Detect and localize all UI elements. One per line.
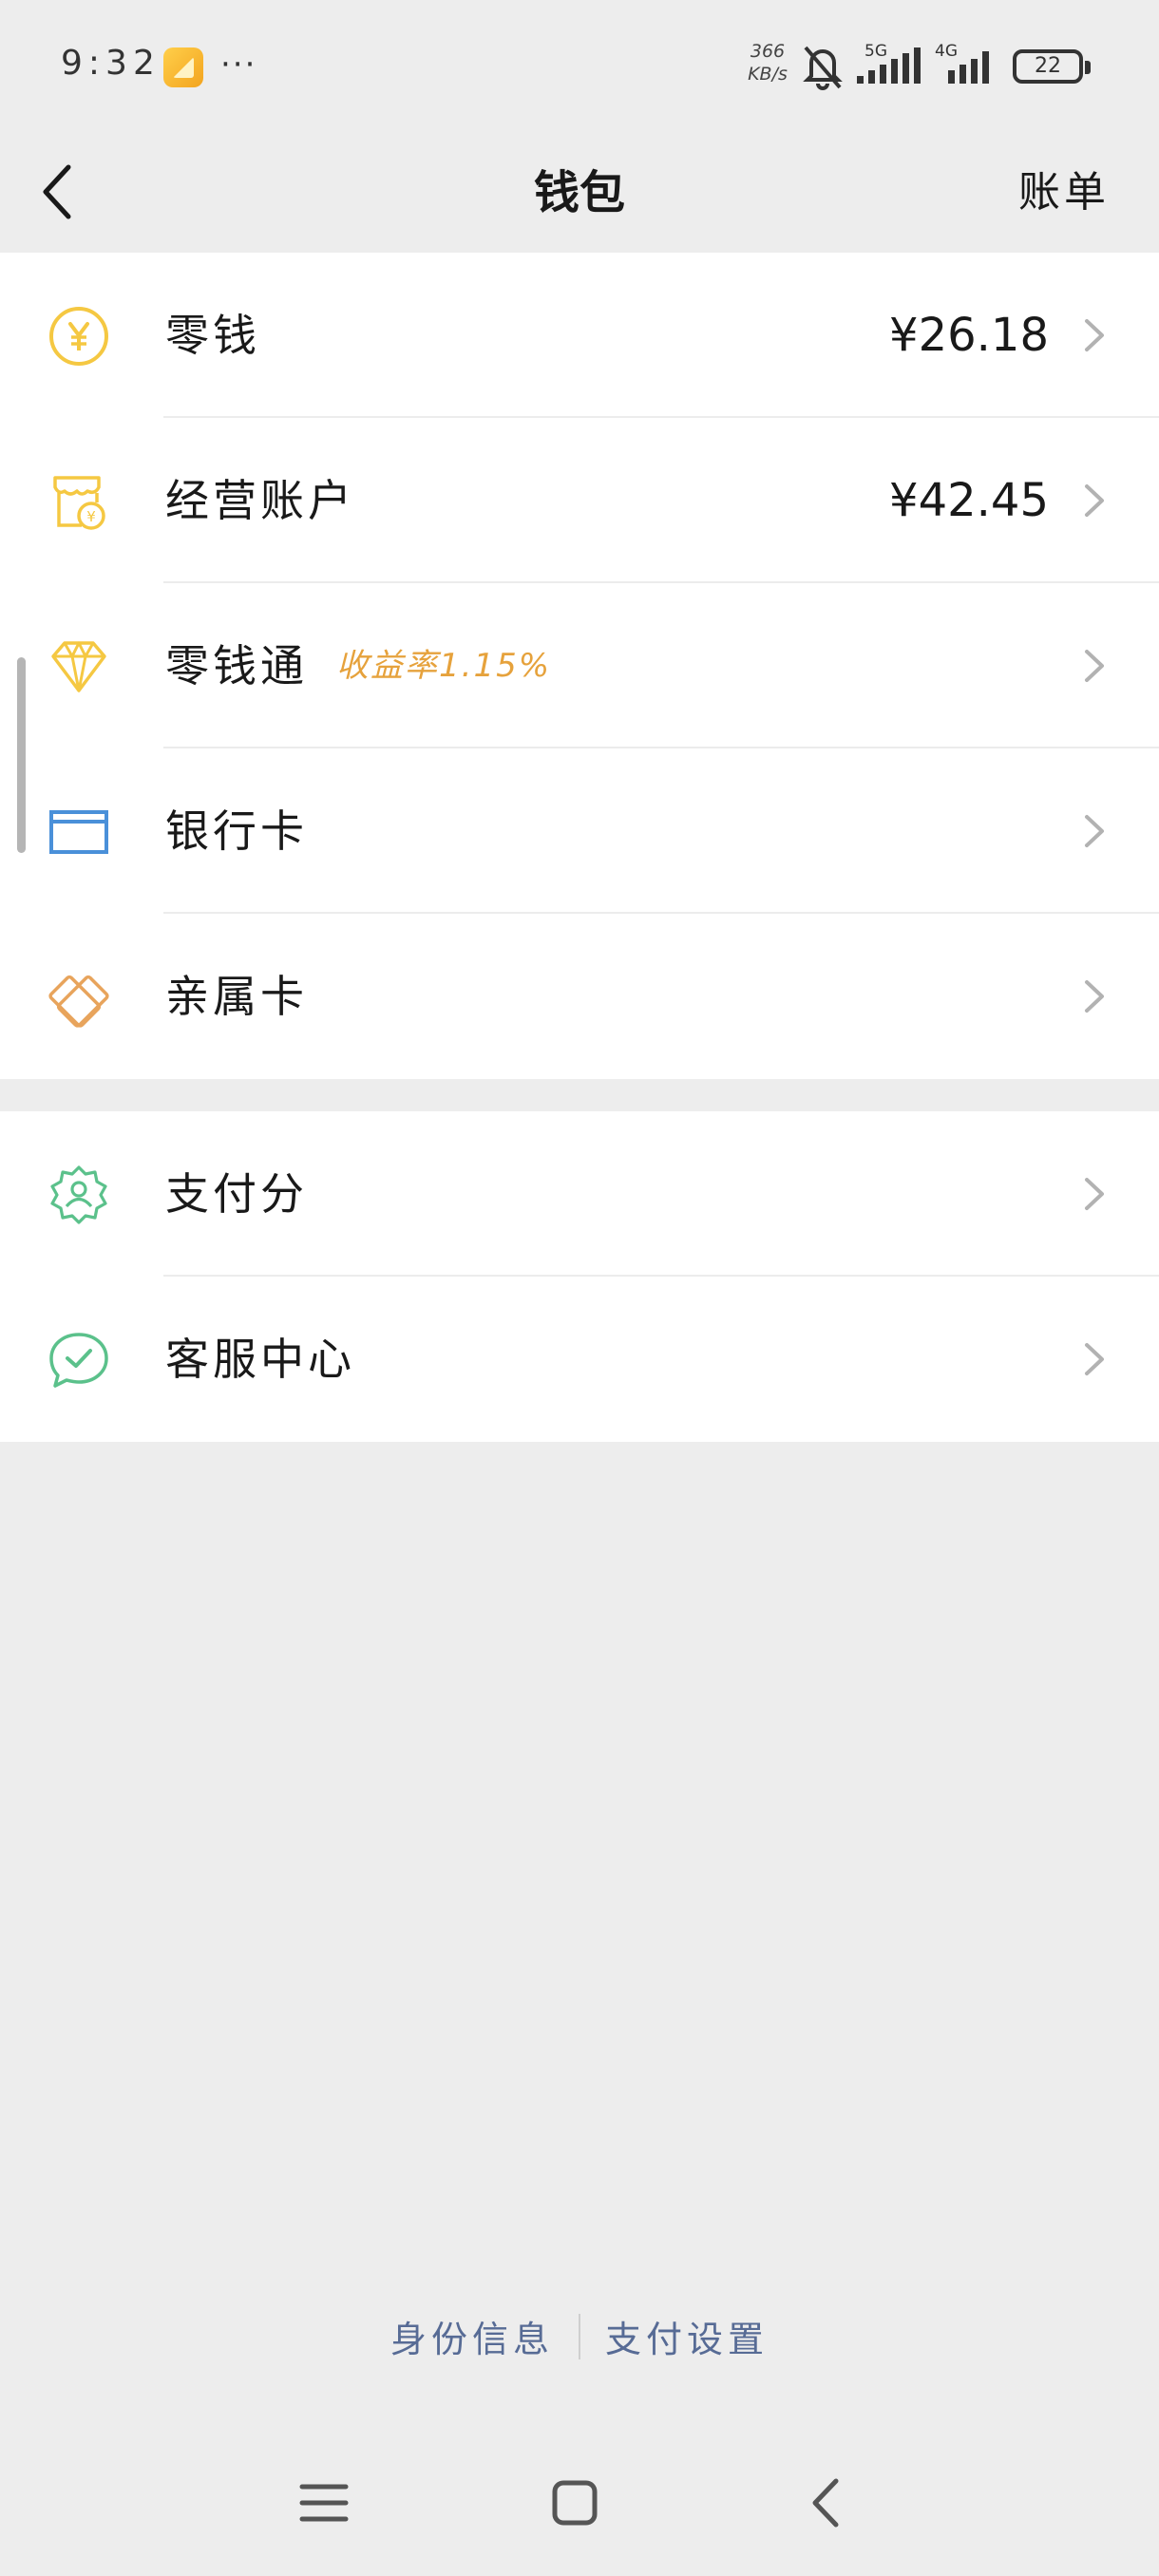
bank-card-icon	[49, 810, 108, 854]
chevron-right-icon	[1085, 1343, 1104, 1375]
diamond-icon	[51, 641, 106, 692]
chevron-right-icon	[1085, 1178, 1104, 1210]
list-item-label: 银行卡	[165, 805, 308, 857]
wallet-assets-group: 零钱 ¥26.18 ¥ 经营账户 ¥42.45 零钱通 收益率1.15% 银行卡…	[0, 253, 1159, 1079]
bill-link[interactable]: 账单	[1018, 133, 1110, 253]
network-speed: 366 KB/s	[741, 40, 794, 85]
list-item-lingqiantong[interactable]: 零钱通 收益率1.15%	[0, 583, 1159, 748]
gallery-notification-icon	[163, 47, 203, 87]
list-item-label: 支付分	[165, 1168, 308, 1220]
list-item-customer-service[interactable]: 客服中心	[0, 1277, 1159, 1442]
yield-rate: 收益率1.15%	[336, 647, 552, 685]
customer-service-icon	[49, 1333, 108, 1388]
signal-bars-icon	[857, 47, 921, 84]
list-item-bank-card[interactable]: 银行卡	[0, 748, 1159, 914]
balance-value: ¥42.45	[889, 474, 1049, 527]
home-icon[interactable]	[532, 2460, 618, 2546]
balance-value: ¥26.18	[889, 309, 1049, 362]
status-bar: 9:32 ··· 366 KB/s 5G 4G 22	[0, 0, 1159, 133]
status-time: 9:32	[61, 44, 161, 83]
chevron-right-icon	[1085, 980, 1104, 1013]
chevron-right-icon	[1085, 319, 1104, 351]
list-item-family-card[interactable]: 亲属卡	[0, 914, 1159, 1079]
list-item-label: 零钱	[165, 310, 260, 361]
list-item-pay-score[interactable]: 支付分	[0, 1111, 1159, 1277]
network-speed-value: 366	[750, 41, 786, 62]
identity-info-link[interactable]: 身份信息	[366, 2310, 579, 2362]
pay-score-icon	[50, 1165, 107, 1224]
battery-indicator: 22	[1013, 49, 1091, 84]
list-item-business-account[interactable]: ¥ 经营账户 ¥42.45	[0, 418, 1159, 583]
services-group: 支付分 客服中心	[0, 1111, 1159, 1442]
pay-settings-link[interactable]: 支付设置	[580, 2310, 793, 2362]
page-title: 钱包	[533, 166, 625, 219]
chevron-right-icon	[1085, 484, 1104, 517]
back-icon[interactable]	[785, 2460, 870, 2546]
system-navigation-bar	[0, 2460, 1159, 2546]
yuan-coin-icon	[49, 307, 108, 366]
scroll-indicator	[17, 657, 26, 853]
network-speed-unit: KB/s	[748, 64, 788, 85]
footer-links: 身份信息 支付设置	[0, 2310, 1159, 2367]
family-card-icon	[48, 975, 109, 1028]
list-item-label: 零钱通	[165, 640, 308, 691]
chevron-right-icon	[1085, 815, 1104, 847]
more-notifications-icon: ···	[220, 46, 257, 84]
navigation-bar: 钱包 账单	[0, 133, 1159, 253]
store-account-icon: ¥	[53, 476, 105, 530]
list-item-label: 经营账户	[165, 475, 355, 526]
list-item-label: 亲属卡	[165, 971, 308, 1022]
list-item-change[interactable]: 零钱 ¥26.18	[0, 253, 1159, 418]
menu-icon[interactable]	[281, 2460, 367, 2546]
mute-bell-icon	[803, 46, 843, 90]
chevron-right-icon	[1085, 650, 1104, 682]
signal-bars-icon	[948, 51, 989, 84]
list-item-label: 客服中心	[165, 1334, 355, 1385]
svg-text:¥: ¥	[86, 508, 96, 525]
